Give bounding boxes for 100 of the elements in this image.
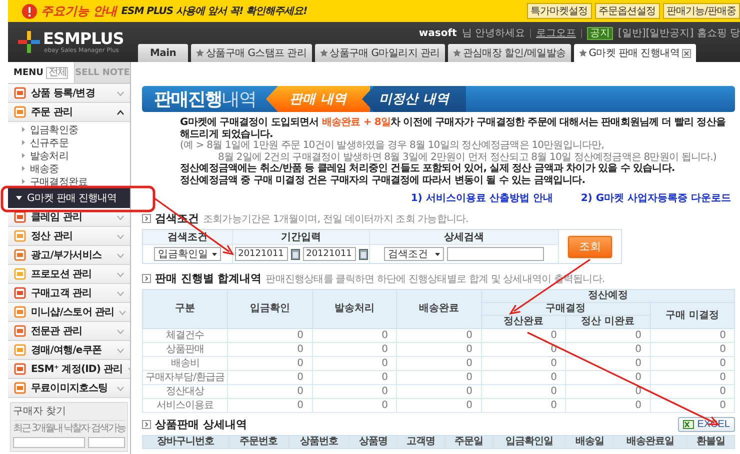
submenu-item[interactable]: 발송처리	[8, 149, 130, 162]
table-cell: 0	[650, 356, 734, 370]
menu-item[interactable]: 경매/여행/e쿠폰	[8, 341, 130, 360]
search-option-field[interactable]	[88, 437, 125, 448]
page-title: 판매진행내역	[153, 88, 257, 112]
section-title: 상품판매 상세내역	[155, 417, 247, 432]
table-cell: 0	[566, 370, 650, 384]
column-header: 기간입력	[233, 230, 370, 245]
column-header: 주문일	[444, 436, 493, 448]
star-icon	[452, 49, 461, 57]
table-cell: 0	[228, 370, 312, 384]
chevron-down-icon[interactable]	[119, 310, 126, 314]
chevron-up-icon[interactable]	[117, 110, 124, 114]
keyword-field[interactable]	[447, 247, 544, 261]
calendar-icon[interactable]	[290, 248, 300, 260]
menu-icon	[14, 230, 26, 242]
submenu-item[interactable]: 입금확인중	[8, 123, 130, 136]
menu-item[interactable]: 전문관 관리	[8, 322, 130, 341]
panel-title: 구매자 찾기	[13, 406, 125, 421]
column-header: 환불일	[686, 436, 734, 448]
chevron-down-icon[interactable]	[117, 214, 124, 220]
table-cell: 0	[228, 342, 312, 356]
detail-type-select[interactable]: 검색조건	[384, 247, 444, 261]
caret-right-icon	[22, 127, 25, 132]
menu-item[interactable]: 정산 관리	[8, 227, 130, 246]
notice-label: 주요기능 안내	[41, 2, 118, 20]
table-cell: 0	[396, 328, 481, 342]
menu-item[interactable]: 광고/부가서비스	[8, 246, 130, 265]
submenu-item[interactable]: 신규주문	[8, 136, 130, 149]
menu-icon	[14, 106, 26, 118]
chevron-down-icon[interactable]	[117, 386, 124, 390]
page-tab[interactable]: 관심매장 할인/메일발송	[448, 44, 571, 62]
chevron-down-icon[interactable]	[117, 234, 124, 238]
menu-item[interactable]: 주문 관리	[8, 103, 130, 122]
table-cell: 0	[228, 384, 312, 398]
column-header: 배송완료일	[613, 436, 687, 448]
column-header: 발송처리	[312, 290, 396, 328]
menu-icon	[14, 249, 26, 261]
setting-button[interactable]: 특가마켓설정	[526, 3, 592, 19]
date-type-select[interactable]: 입금확인일	[154, 247, 221, 261]
chevron-down-icon[interactable]	[117, 272, 124, 276]
guide-link[interactable]: 2) G마켓 사업자등록증 다운로드	[580, 191, 731, 205]
menu-icon	[14, 287, 26, 299]
notice-text: G마켓에 구매결정이 도입되면서 배송완료 + 8일차 이전에 구매자가 구매결정한 주문에 대해서는 판매회원님께 더 빨리 정산을 해드리게 되었습니다.	[180, 117, 726, 140]
setting-button[interactable]: 주문옵션설정	[594, 3, 660, 19]
calendar-icon[interactable]	[358, 248, 368, 260]
notice-link[interactable]: [일반][일반공지] 홈쇼핑 당	[618, 26, 740, 40]
chevron-down-icon[interactable]	[117, 90, 124, 96]
menu-icon	[14, 382, 26, 394]
section-title: 판매 진행별 합계내역	[155, 271, 262, 286]
submenu-item[interactable]: 배송중	[8, 162, 130, 175]
notice-text: 8월 2일에 2건의 구매결정이 발생하면 8월 3일에 2만원이 먼저 정산되고 8월 10일 정산예정금액은 8만원이 됩니다.)	[217, 152, 718, 163]
page-tab[interactable]: 상품구매 G마일리지 관리	[314, 44, 445, 62]
table-cell: 0	[650, 342, 734, 356]
page-tab[interactable]: 상품구매 G스탬프 관리	[191, 44, 312, 62]
row-label: 배송비	[142, 356, 228, 370]
row-label: 구매자부담/환급금	[142, 370, 228, 384]
menu-item[interactable]: 무료이미지호스팅	[8, 379, 130, 398]
star-icon	[320, 49, 328, 57]
date-from-field[interactable]: 20121011	[234, 247, 288, 261]
chevron-down-icon[interactable]	[117, 348, 124, 352]
table-cell: 0	[312, 328, 396, 342]
logout-link[interactable]: 로그오프	[536, 26, 576, 40]
menu-item[interactable]: ESM⁺ 계정(ID) 관리	[8, 360, 130, 379]
notice-message: ESM PLUS 사용에 앞서 꼭! 확인해주세요!	[121, 5, 308, 18]
table-cell: 0	[396, 342, 481, 356]
menu-item[interactable]: 구매고객 관리	[8, 284, 130, 303]
table-cell: 0	[481, 384, 566, 398]
menu-item[interactable]: 프로모션 관리	[8, 265, 130, 284]
page-tab[interactable]: Main	[138, 44, 188, 62]
menu-icon	[14, 325, 26, 337]
row-label: 체결건수	[142, 328, 228, 342]
caret-right-icon	[22, 166, 25, 171]
table-cell: 0	[650, 328, 734, 342]
table-cell: 0	[396, 370, 481, 384]
table-cell: 0	[566, 356, 650, 370]
chevron-down-icon[interactable]	[117, 290, 124, 296]
table-cell: 0	[396, 398, 481, 412]
menu-item[interactable]: 상품 등록/변경	[8, 84, 130, 103]
table-cell: 0	[650, 384, 734, 398]
date-to-field[interactable]: 20121011	[302, 247, 356, 261]
caret-down-icon	[212, 252, 217, 256]
menu-item[interactable]: 미니샵/스토어 관리	[8, 303, 130, 322]
buyer-search-field[interactable]	[13, 437, 85, 448]
guide-link[interactable]: 1) 서비스이용료 산출방법 안내	[410, 191, 553, 205]
star-icon	[578, 49, 587, 57]
column-header: 구분	[142, 290, 228, 328]
chevron-down-icon[interactable]	[117, 328, 124, 334]
caret-right-icon	[22, 140, 25, 145]
submenu-item[interactable]: 구매결정완료	[8, 175, 130, 188]
table-cell: 0	[566, 328, 650, 342]
setting-button[interactable]: 판매기능/판매중	[662, 3, 740, 19]
page-tab[interactable]: G마켓 판매 진행내역	[574, 44, 696, 62]
table-cell: 0	[228, 328, 312, 342]
close-icon[interactable]	[682, 48, 691, 58]
row-label: 정산대상	[142, 384, 228, 398]
view-tab[interactable]: 미정산 내역	[362, 86, 466, 112]
submenu-item[interactable]: G마켓 판매 진행내역	[8, 188, 130, 208]
row-label: 상품판매	[142, 342, 228, 356]
chevron-down-icon[interactable]	[117, 252, 124, 258]
